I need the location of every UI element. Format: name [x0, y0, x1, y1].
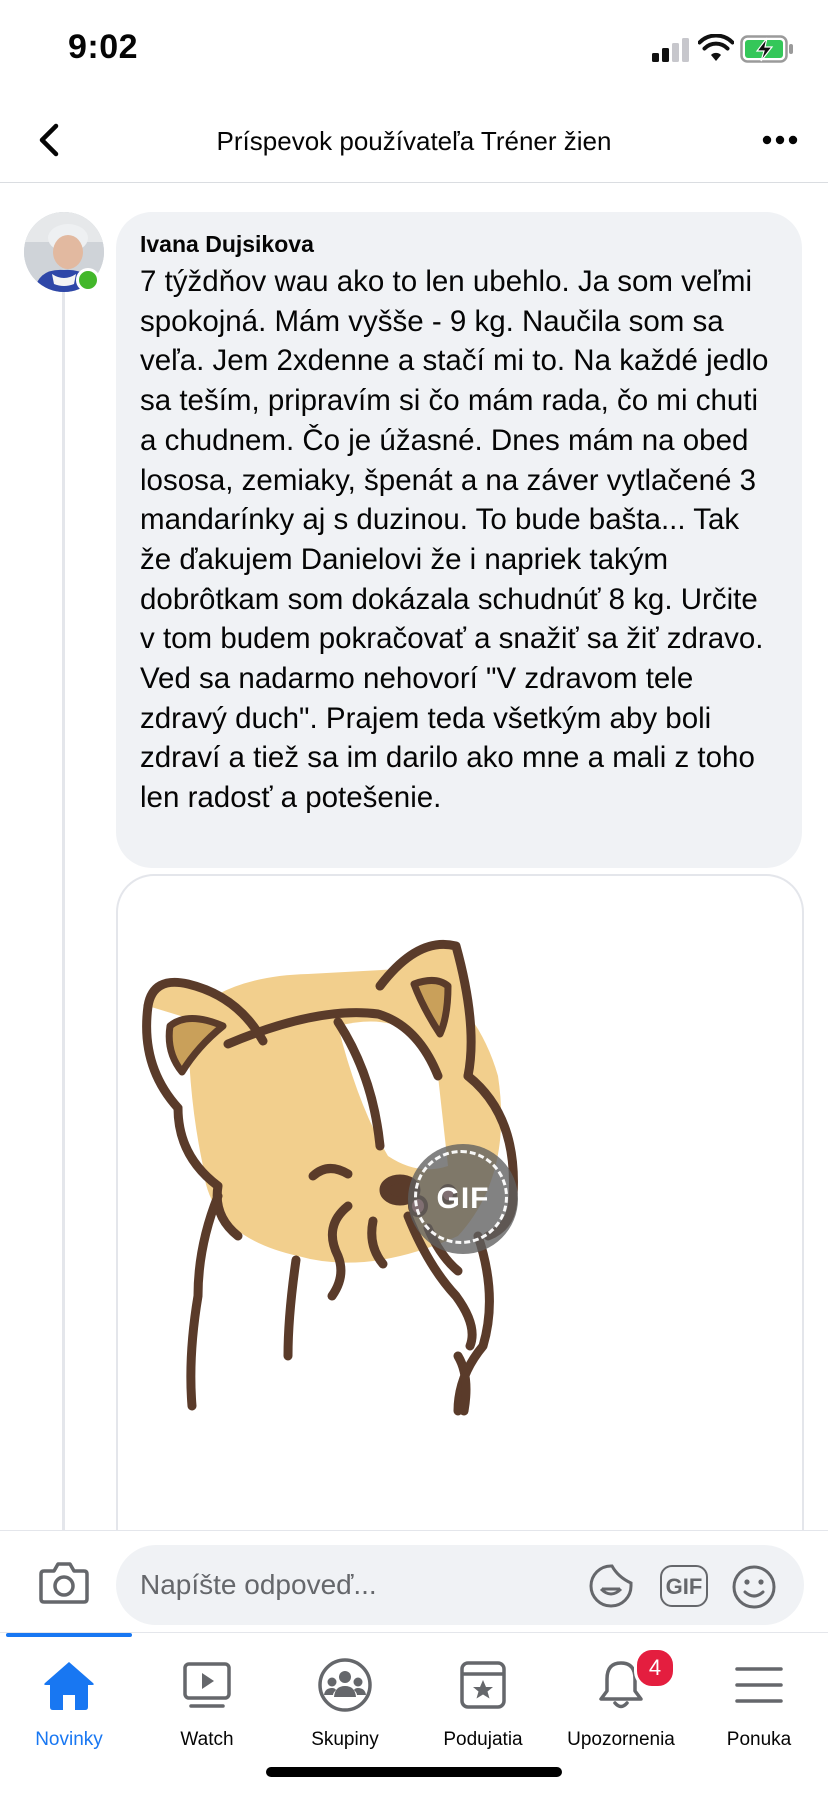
thread-line	[62, 292, 65, 1532]
tab-label: Podujatia	[443, 1729, 523, 1750]
comment-author[interactable]: Ivana Dujsikova	[140, 230, 778, 258]
sticker-button[interactable]	[588, 1563, 634, 1609]
tab-label: Upozornenia	[567, 1729, 675, 1750]
cellular-signal-icon	[652, 38, 692, 62]
tab-podujatia[interactable]: Podujatia	[414, 1647, 552, 1757]
tab-label: Watch	[180, 1729, 234, 1750]
page-title: Príspevok používateľa Tréner žien	[216, 126, 612, 156]
camera-icon	[39, 1562, 89, 1604]
gif-button[interactable]: GIF	[660, 1565, 708, 1607]
camera-button[interactable]	[38, 1559, 90, 1605]
wifi-icon	[698, 34, 734, 61]
watch-icon	[183, 1662, 231, 1708]
gif-play-badge[interactable]: GIF	[408, 1144, 518, 1254]
tab-novinky[interactable]: Novinky	[0, 1647, 138, 1757]
home-icon	[44, 1662, 94, 1710]
reply-composer: Napíšte odpoveď... GIF	[0, 1530, 828, 1631]
more-horizontal-icon	[762, 135, 798, 145]
status-bar: 9:02	[0, 0, 828, 100]
tab-upozornenia[interactable]: 4 Upozornenia	[552, 1647, 690, 1757]
tab-label: Skupiny	[311, 1729, 379, 1750]
battery-charging-icon	[740, 35, 793, 63]
events-icon	[460, 1661, 506, 1709]
gif-badge-label: GIF	[436, 1182, 490, 1215]
tab-ponuka[interactable]: Ponuka	[690, 1647, 828, 1757]
status-time: 9:02	[68, 28, 139, 66]
emoji-button[interactable]	[730, 1563, 778, 1611]
tab-watch[interactable]: Watch	[138, 1647, 276, 1757]
reply-input[interactable]: Napíšte odpoveď... GIF	[116, 1545, 804, 1625]
active-tab-indicator	[6, 1633, 132, 1637]
reply-placeholder: Napíšte odpoveď...	[140, 1569, 377, 1600]
comment-text: 7 týždňov wau ako to len ubehlo. Ja som …	[140, 265, 769, 815]
notification-count-badge: 4	[634, 1647, 676, 1689]
comment-bubble[interactable]: Ivana Dujsikova 7 týždňov wau ako to len…	[116, 212, 802, 868]
groups-icon	[318, 1658, 372, 1712]
sticker-icon	[589, 1564, 633, 1608]
online-status-indicator	[76, 268, 100, 292]
tab-label: Novinky	[35, 1729, 103, 1750]
tab-skupiny[interactable]: Skupiny	[276, 1647, 414, 1757]
gif-button-label: GIF	[665, 1574, 703, 1599]
emoji-icon	[732, 1565, 776, 1609]
post-header: Príspevok používateľa Tréner žien	[0, 100, 828, 183]
bottom-tab-bar: Novinky Watch Skupiny Podujatia 4 Upozor…	[0, 1632, 828, 1793]
tab-label: Ponuka	[726, 1729, 792, 1750]
menu-icon	[735, 1667, 783, 1703]
home-indicator[interactable]	[266, 1767, 562, 1777]
gif-attachment[interactable]: GIF	[116, 874, 804, 1554]
more-options-button[interactable]	[758, 122, 802, 158]
